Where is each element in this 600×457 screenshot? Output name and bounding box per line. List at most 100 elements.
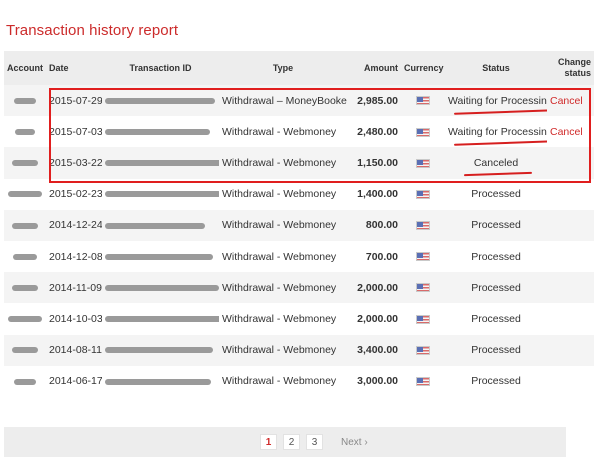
status-label: Processed: [471, 312, 521, 325]
pagination: 1 2 3 Next ›: [260, 434, 368, 450]
page-button-1[interactable]: 1: [260, 434, 277, 450]
date-cell: 2014-11-09: [46, 272, 102, 304]
us-flag-icon: [416, 314, 430, 324]
status-label: Waiting for Processing: [448, 94, 547, 107]
currency-cell: [401, 365, 445, 397]
currency-cell: [401, 240, 445, 273]
type-cell: Withdrawal - Webmoney: [219, 365, 347, 397]
table-row: 2015-02-23 Withdrawal - Webmoney 1,400.00 P…: [4, 178, 594, 210]
redacted-transaction-id: [105, 284, 219, 291]
date-cell: 2014-06-17: [46, 365, 102, 397]
us-flag-icon: [416, 377, 430, 386]
currency-cell: [401, 147, 445, 179]
next-page-link[interactable]: Next ›: [341, 437, 368, 448]
date-cell: 2014-12-08: [46, 240, 102, 273]
page-title: Transaction history report: [6, 22, 179, 39]
redacted-transaction-id: [105, 160, 219, 167]
change-status-cell: [547, 240, 594, 273]
transaction-id-cell: [102, 85, 219, 117]
annotation-underline: [453, 139, 547, 146]
status-label: Canceled: [473, 156, 519, 169]
status-cell: Processed: [445, 365, 547, 397]
status-cell: Processed: [445, 209, 547, 241]
transaction-id-cell: [102, 303, 219, 335]
table-row: 2014-12-08 Withdrawal - Webmoney 700.00 Pro…: [4, 240, 594, 273]
table-row: 2014-06-17 Withdrawal - Webmoney 3,000.00 P…: [4, 365, 594, 397]
currency-cell: [401, 116, 445, 148]
redacted-account-number: [8, 191, 42, 198]
account-cell: [4, 334, 46, 366]
transaction-id-cell: [102, 209, 219, 241]
status-label: Processed: [471, 344, 521, 357]
status-label: Waiting for Processing: [448, 125, 547, 138]
account-cell: [4, 365, 46, 397]
transaction-rows: 2015-07-29 Withdrawal – MoneyBookers 2,985…: [4, 85, 594, 397]
redacted-account-number: [8, 316, 42, 323]
type-cell: Withdrawal – MoneyBookers: [219, 85, 347, 117]
status-cell: Waiting for Processing: [445, 85, 547, 117]
type-cell: Withdrawal - Webmoney: [219, 303, 347, 335]
currency-cell: [401, 303, 445, 335]
type-cell: Withdrawal - Webmoney: [219, 116, 347, 148]
redacted-account-number: [12, 347, 38, 354]
amount-cell: 2,000.00: [347, 272, 401, 304]
transaction-id-cell: [102, 334, 219, 366]
cancel-link[interactable]: Cancel: [550, 95, 583, 107]
account-cell: [4, 147, 46, 179]
table-header-row: Account Date Transaction ID Type Amount …: [4, 51, 594, 85]
redacted-transaction-id: [105, 222, 205, 229]
redacted-transaction-id: [105, 191, 219, 198]
change-status-cell: Cancel: [547, 85, 594, 117]
pagination-bar: 1 2 3 Next ›: [4, 427, 566, 457]
table-row: 2015-07-03 Withdrawal - Webmoney 2,480.00 W…: [4, 116, 594, 148]
table-row: 2014-11-09 Withdrawal - Webmoney 2,000.00 P…: [4, 272, 594, 304]
account-cell: [4, 303, 46, 335]
status-label: Processed: [471, 188, 521, 201]
amount-cell: 3,400.00: [347, 334, 401, 366]
status-cell: Processed: [445, 178, 547, 210]
table-row: 2014-08-11 Withdrawal - Webmoney 3,400.00 P…: [4, 334, 594, 366]
transaction-id-cell: [102, 272, 219, 304]
transaction-id-cell: [102, 240, 219, 273]
redacted-account-number: [12, 222, 38, 229]
status-text: Waiting for Processing: [448, 125, 547, 146]
redacted-transaction-id: [105, 253, 213, 260]
us-flag-icon: [416, 221, 430, 231]
us-flag-icon: [416, 96, 430, 106]
column-header-account: Account: [4, 51, 46, 85]
page-button-3[interactable]: 3: [306, 434, 323, 450]
redacted-transaction-id: [105, 129, 210, 135]
page-button-2[interactable]: 2: [283, 434, 300, 450]
table-row: 2014-10-03 Withdrawal - Webmoney 2,000.00 P…: [4, 303, 594, 335]
type-cell: Withdrawal - Webmoney: [219, 178, 347, 210]
change-status-cell: Cancel: [547, 116, 594, 148]
date-cell: 2015-07-03: [46, 116, 102, 148]
annotation-underline: [463, 171, 533, 177]
us-flag-icon: [416, 189, 430, 199]
annotation-underline: [453, 108, 547, 115]
transaction-table: Account Date Transaction ID Type Amount …: [4, 51, 594, 397]
cancel-link[interactable]: Cancel: [550, 126, 583, 138]
status-text: Processed: [471, 188, 521, 200]
us-flag-icon: [416, 252, 430, 262]
currency-cell: [401, 272, 445, 304]
amount-cell: 1,150.00: [347, 147, 401, 179]
status-label: Processed: [471, 375, 521, 388]
currency-cell: [401, 85, 445, 117]
amount-cell: 1,400.00: [347, 178, 401, 210]
status-label: Processed: [471, 250, 521, 263]
redacted-account-number: [12, 284, 38, 291]
account-cell: [4, 272, 46, 304]
account-cell: [4, 209, 46, 241]
status-text: Processed: [471, 251, 521, 263]
redacted-account-number: [15, 129, 35, 135]
amount-cell: 2,480.00: [347, 116, 401, 148]
column-header-status: Status: [445, 51, 547, 85]
transaction-id-cell: [102, 178, 219, 210]
amount-cell: 2,985.00: [347, 85, 401, 117]
change-status-cell: [547, 334, 594, 366]
status-cell: Canceled: [445, 147, 547, 179]
redacted-transaction-id: [105, 97, 215, 104]
us-flag-icon: [416, 283, 430, 293]
us-flag-icon: [416, 345, 430, 355]
